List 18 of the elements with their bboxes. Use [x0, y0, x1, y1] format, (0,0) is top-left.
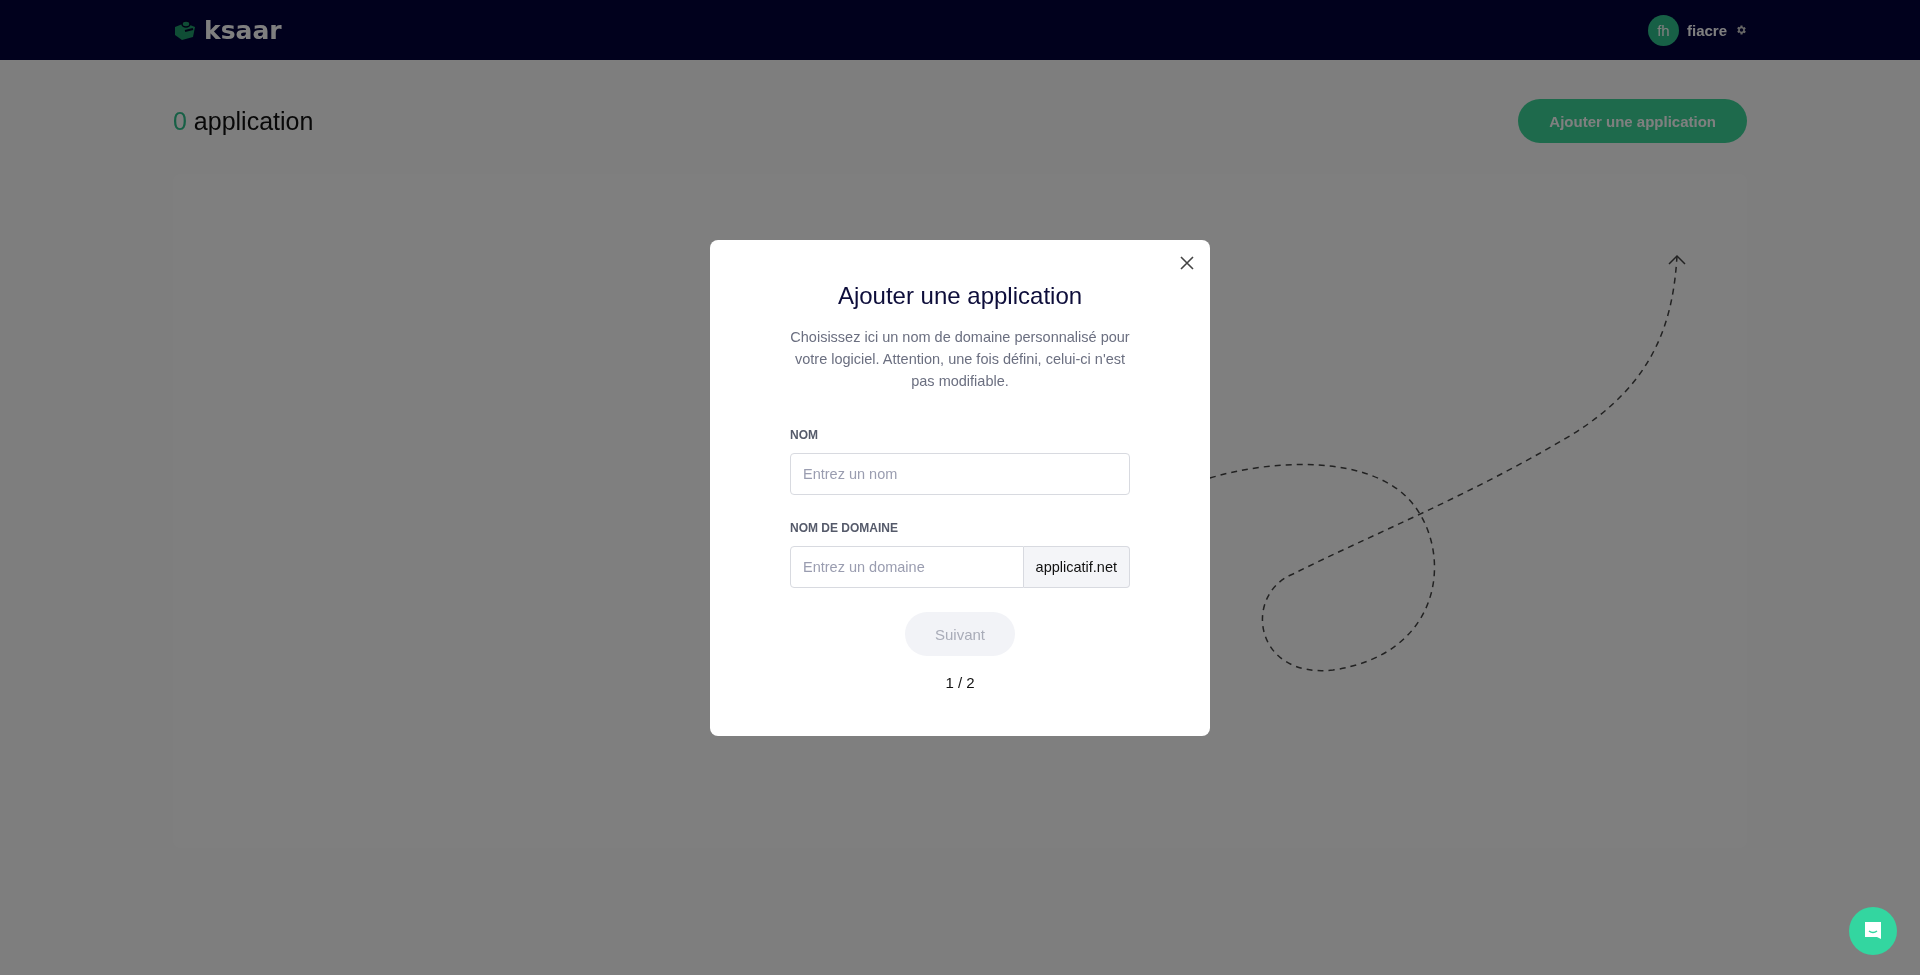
input-field[interactable]: Entrez un domaine — [790, 546, 1024, 588]
field-label: NOM — [790, 428, 819, 442]
logo-icon — [173, 19, 197, 41]
close-icon[interactable] — [1178, 254, 1196, 272]
input-field[interactable]: Entrez un nom — [790, 453, 1130, 495]
user-avatar[interactable]: fh — [1647, 14, 1679, 46]
field-label: NOM DE DOMAINE — [790, 521, 899, 535]
add-application-button[interactable]: Ajouter une application — [1518, 99, 1747, 143]
logo-text[interactable]: ksaar — [204, 15, 282, 45]
step-indicator: 1 / 2 — [945, 674, 975, 691]
settings-icon[interactable] — [1735, 24, 1747, 36]
modal-title: Ajouter une application — [837, 282, 1083, 310]
chat-button[interactable] — [1849, 907, 1897, 955]
domain-suffix: applicatif.net — [1023, 546, 1130, 588]
chat-icon — [1862, 920, 1884, 942]
user-name[interactable]: fiacre — [1686, 21, 1727, 39]
modal-description: Choisissez ici un nom de domaine personnalisé pour votre logiciel. Attention, une fois défini, celui-ci n'est pas modifiable. — [789, 328, 1131, 391]
page-title: 0 application — [173, 106, 314, 136]
